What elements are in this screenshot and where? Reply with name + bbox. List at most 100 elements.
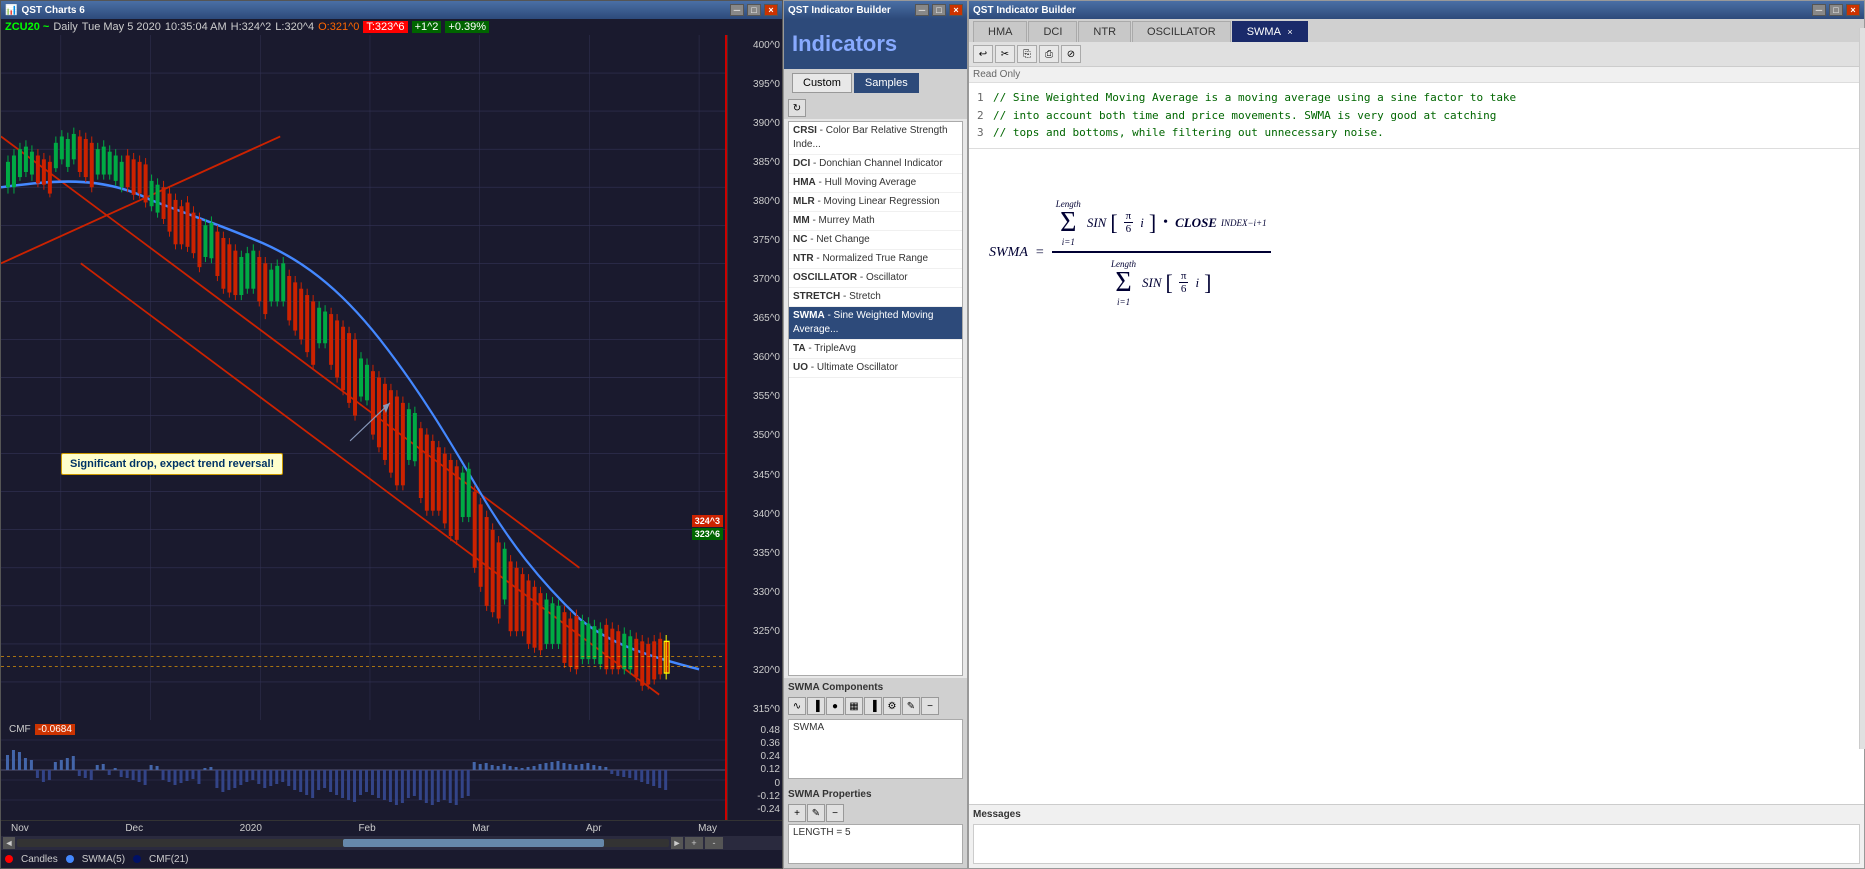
comp-settings-btn[interactable]: ⚙ (883, 697, 901, 715)
chart-open: O:321^0 (318, 21, 359, 33)
tab-dci[interactable]: DCI (1028, 21, 1077, 42)
chart-maximize-btn[interactable]: □ (747, 4, 761, 16)
list-item-ntr[interactable]: NTR - Normalized True Range (789, 250, 962, 269)
list-item-uo[interactable]: UO - Ultimate Oscillator (789, 359, 962, 378)
formula-maximize-btn[interactable]: □ (1829, 4, 1843, 16)
indicator-titlebar: QST Indicator Builder ─ □ × (784, 1, 967, 19)
chart-titlebar: 📊 QST Charts 6 ─ □ × (1, 1, 782, 19)
list-item-crsi[interactable]: CRSI - Color Bar Relative Strength Inde.… (789, 122, 962, 155)
scroll-track[interactable] (17, 839, 669, 847)
formula-paste-btn[interactable]: ⎙ (1039, 45, 1059, 63)
tab-swma[interactable]: SWMA × (1232, 21, 1308, 42)
list-item-mlr[interactable]: MLR - Moving Linear Regression (789, 193, 962, 212)
messages-content (973, 824, 1860, 864)
ind-minimize-btn[interactable]: ─ (915, 4, 929, 16)
chart-legend: Candles SWMA(5) CMF(21) (1, 850, 782, 868)
scroll-right-btn[interactable]: ► (671, 837, 683, 849)
formula-minimize-btn[interactable]: ─ (1812, 4, 1826, 16)
formula-display: SWMA = Length Σ i=1 (969, 149, 1864, 804)
prop-edit-btn[interactable]: ✎ (807, 804, 825, 822)
comp-hist-btn[interactable]: ▦ (845, 697, 863, 715)
code-line-1: 1 // Sine Weighted Moving Average is a m… (977, 89, 1856, 107)
property-item: LENGTH = 5 (793, 827, 958, 838)
list-item-stretch[interactable]: STRETCH - Stretch (789, 288, 962, 307)
formula-undo-btn[interactable]: ↩ (973, 45, 993, 63)
indicator-list[interactable]: CRSI - Color Bar Relative Strength Inde.… (788, 121, 963, 676)
list-item-ta[interactable]: TA - TripleAvg (789, 340, 962, 359)
list-item-oscillator[interactable]: OSCILLATOR - Oscillator (789, 269, 962, 288)
prop-delete-btn[interactable]: − (826, 804, 844, 822)
cmf-price-label: 0 (730, 778, 780, 789)
formula-close-btn[interactable]: × (1846, 4, 1860, 16)
chart-date: Tue May 5 2020 (82, 21, 161, 33)
zoom-in-btn[interactable]: + (685, 837, 703, 849)
chart-main-area[interactable]: 324^3 323^6 Significant drop, expect tre… (1, 35, 782, 720)
formula-scrollbar[interactable] (1859, 28, 1865, 749)
chart-minimize-btn[interactable]: ─ (730, 4, 744, 16)
tab-samples[interactable]: Samples (854, 73, 919, 93)
price-label: 345^0 (730, 470, 780, 481)
sin-func-num: SIN (1087, 215, 1107, 231)
cmf-legend-label: CMF(21) (149, 854, 188, 865)
price-label: 360^0 (730, 352, 780, 363)
comp-edit-btn[interactable]: ✎ (902, 697, 920, 715)
code-area: 1 // Sine Weighted Moving Average is a m… (969, 83, 1864, 149)
tab-swma-close[interactable]: × (1287, 27, 1292, 37)
tab-oscillator[interactable]: OSCILLATOR (1132, 21, 1231, 42)
price-label: 380^0 (730, 196, 780, 207)
ind-maximize-btn[interactable]: □ (932, 4, 946, 16)
comp-delete-btn[interactable]: − (921, 697, 939, 715)
cmf-price-label: -0.12 (730, 791, 780, 802)
indicator-panel: QST Indicator Builder ─ □ × Indicators C… (783, 0, 968, 869)
properties-toolbar: + ✎ − (788, 802, 963, 824)
ind-refresh-btn[interactable]: ↻ (788, 99, 806, 117)
price-label: 375^0 (730, 235, 780, 246)
comp-bar2-btn[interactable]: ▐ (864, 697, 882, 715)
components-section: SWMA Components ∿ ▐ ● ▦ ▐ ⚙ ✎ − SWMA (784, 678, 967, 785)
chart-change-pct: +0.39% (445, 21, 489, 33)
chart-last: T:323^6 (363, 21, 407, 33)
comp-bar-btn[interactable]: ▐ (807, 697, 825, 715)
code-line-2: 2 // into account both time and price mo… (977, 107, 1856, 125)
price-label: 325^0 (730, 626, 780, 637)
chart-close-btn[interactable]: × (764, 4, 778, 16)
close-bracket-num: ] (1149, 212, 1156, 234)
zoom-out-btn[interactable]: - (705, 837, 723, 849)
timeline-2020: 2020 (240, 823, 262, 834)
comp-line-btn[interactable]: ∿ (788, 697, 806, 715)
chart-svg (1, 35, 727, 720)
formula-panel: QST Indicator Builder ─ □ × HMA DCI NTR … (968, 0, 1865, 869)
list-item-swma[interactable]: SWMA - Sine Weighted Moving Average... (789, 307, 962, 340)
list-item-nc[interactable]: NC - Net Change (789, 231, 962, 250)
list-item-hma[interactable]: HMA - Hull Moving Average (789, 174, 962, 193)
price-label: 315^0 (730, 704, 780, 715)
formula-cut-btn[interactable]: ✂ (995, 45, 1015, 63)
chart-symbol: ZCU20 ~ (5, 21, 49, 33)
scroll-thumb[interactable] (343, 839, 604, 847)
dot-product-den: i (1195, 275, 1199, 291)
line-num-3: 3 (977, 124, 989, 142)
list-item-mm[interactable]: MM - Murrey Math (789, 212, 962, 231)
read-only-label: Read Only (969, 67, 1864, 83)
indicator-panel-title: QST Indicator Builder (788, 5, 891, 16)
pi-symbol-den: π (1179, 270, 1189, 283)
cmf-panel: CMF -0.0684 (1, 720, 782, 820)
tab-hma[interactable]: HMA (973, 21, 1027, 42)
cmf-value: -0.0684 (35, 724, 75, 735)
component-item: SWMA (793, 722, 824, 733)
prop-add-btn[interactable]: + (788, 804, 806, 822)
formula-clear-btn[interactable]: ⊘ (1061, 45, 1081, 63)
chart-scrollbar[interactable]: ◄ ► + - (1, 836, 782, 850)
formula-copy-btn[interactable]: ⎘ (1017, 45, 1037, 63)
chart-canvas[interactable]: 324^3 323^6 Significant drop, expect tre… (1, 35, 727, 720)
properties-content: LENGTH = 5 (788, 824, 963, 864)
list-item-dci[interactable]: DCI - Donchian Channel Indicator (789, 155, 962, 174)
tab-custom[interactable]: Custom (792, 73, 852, 93)
comp-dot-btn[interactable]: ● (826, 697, 844, 715)
timeline-feb: Feb (358, 823, 375, 834)
cmf-chart (1, 720, 727, 820)
chart-high: H:324^2 (231, 21, 272, 33)
ind-close-btn[interactable]: × (949, 4, 963, 16)
scroll-left-btn[interactable]: ◄ (3, 837, 15, 849)
tab-ntr[interactable]: NTR (1078, 21, 1131, 42)
